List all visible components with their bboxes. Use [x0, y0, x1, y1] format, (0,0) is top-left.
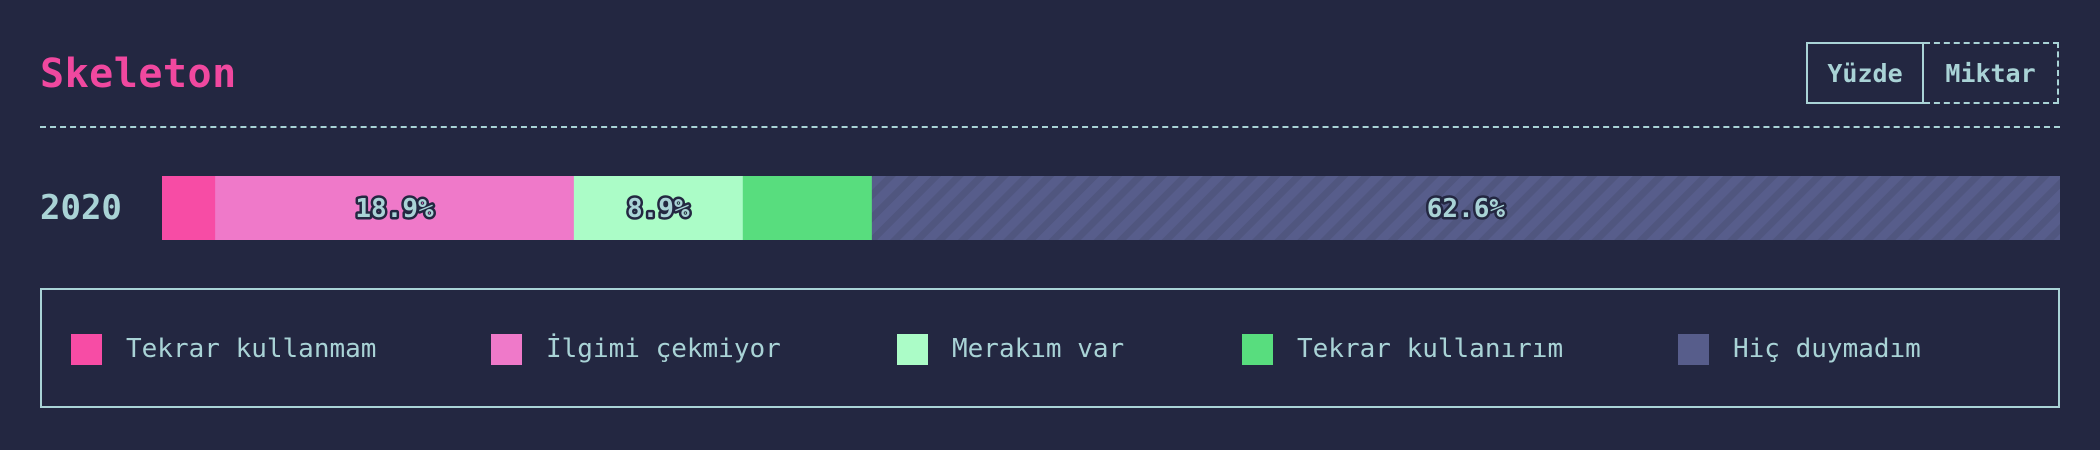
row-label-2020: 2020	[40, 188, 122, 228]
legend-item-merakim-var[interactable]: Merakım var	[897, 332, 1124, 366]
legend-label: İlgimi çekmiyor	[546, 334, 781, 364]
bar-segment-3[interactable]	[742, 176, 873, 240]
header-divider	[40, 126, 2060, 128]
legend-swatch	[897, 333, 928, 365]
legend-swatch	[491, 333, 522, 365]
legend-item-tekrar-kullanmam[interactable]: Tekrar kullanmam	[71, 332, 376, 366]
count-toggle-button[interactable]: Miktar	[1924, 42, 2059, 104]
chart-legend: Tekrar kullanmam İlgimi çekmiyor Merakım…	[40, 288, 2060, 408]
bar-segment-0[interactable]	[162, 176, 216, 240]
legend-label: Tekrar kullanmam	[126, 334, 377, 364]
chart-title: Skeleton	[40, 51, 237, 97]
bar-segment-label-2: 8.9%	[627, 194, 690, 224]
legend-swatch	[1242, 333, 1273, 365]
bar-segment-label-4: 62.6%	[1427, 194, 1506, 224]
legend-item-ilgimi-cekmiyor[interactable]: İlgimi çekmiyor	[491, 332, 781, 366]
legend-item-tekrar-kullanirim[interactable]: Tekrar kullanırım	[1242, 332, 1563, 366]
bar-segment-label-1: 18.9%	[355, 194, 434, 224]
view-toggle: Yüzde Miktar	[1806, 42, 2059, 104]
legend-label: Tekrar kullanırım	[1297, 334, 1564, 364]
legend-item-hic-duymadim[interactable]: Hiç duymadım	[1678, 332, 1921, 366]
legend-swatch	[71, 333, 102, 365]
stacked-bar-chart: 18.9% 8.9% 62.6%	[162, 176, 2060, 240]
legend-label: Merakım var	[952, 334, 1125, 364]
legend-swatch	[1678, 333, 1709, 365]
legend-label: Hiç duymadım	[1733, 334, 1921, 364]
percent-toggle-button[interactable]: Yüzde	[1806, 42, 1924, 104]
